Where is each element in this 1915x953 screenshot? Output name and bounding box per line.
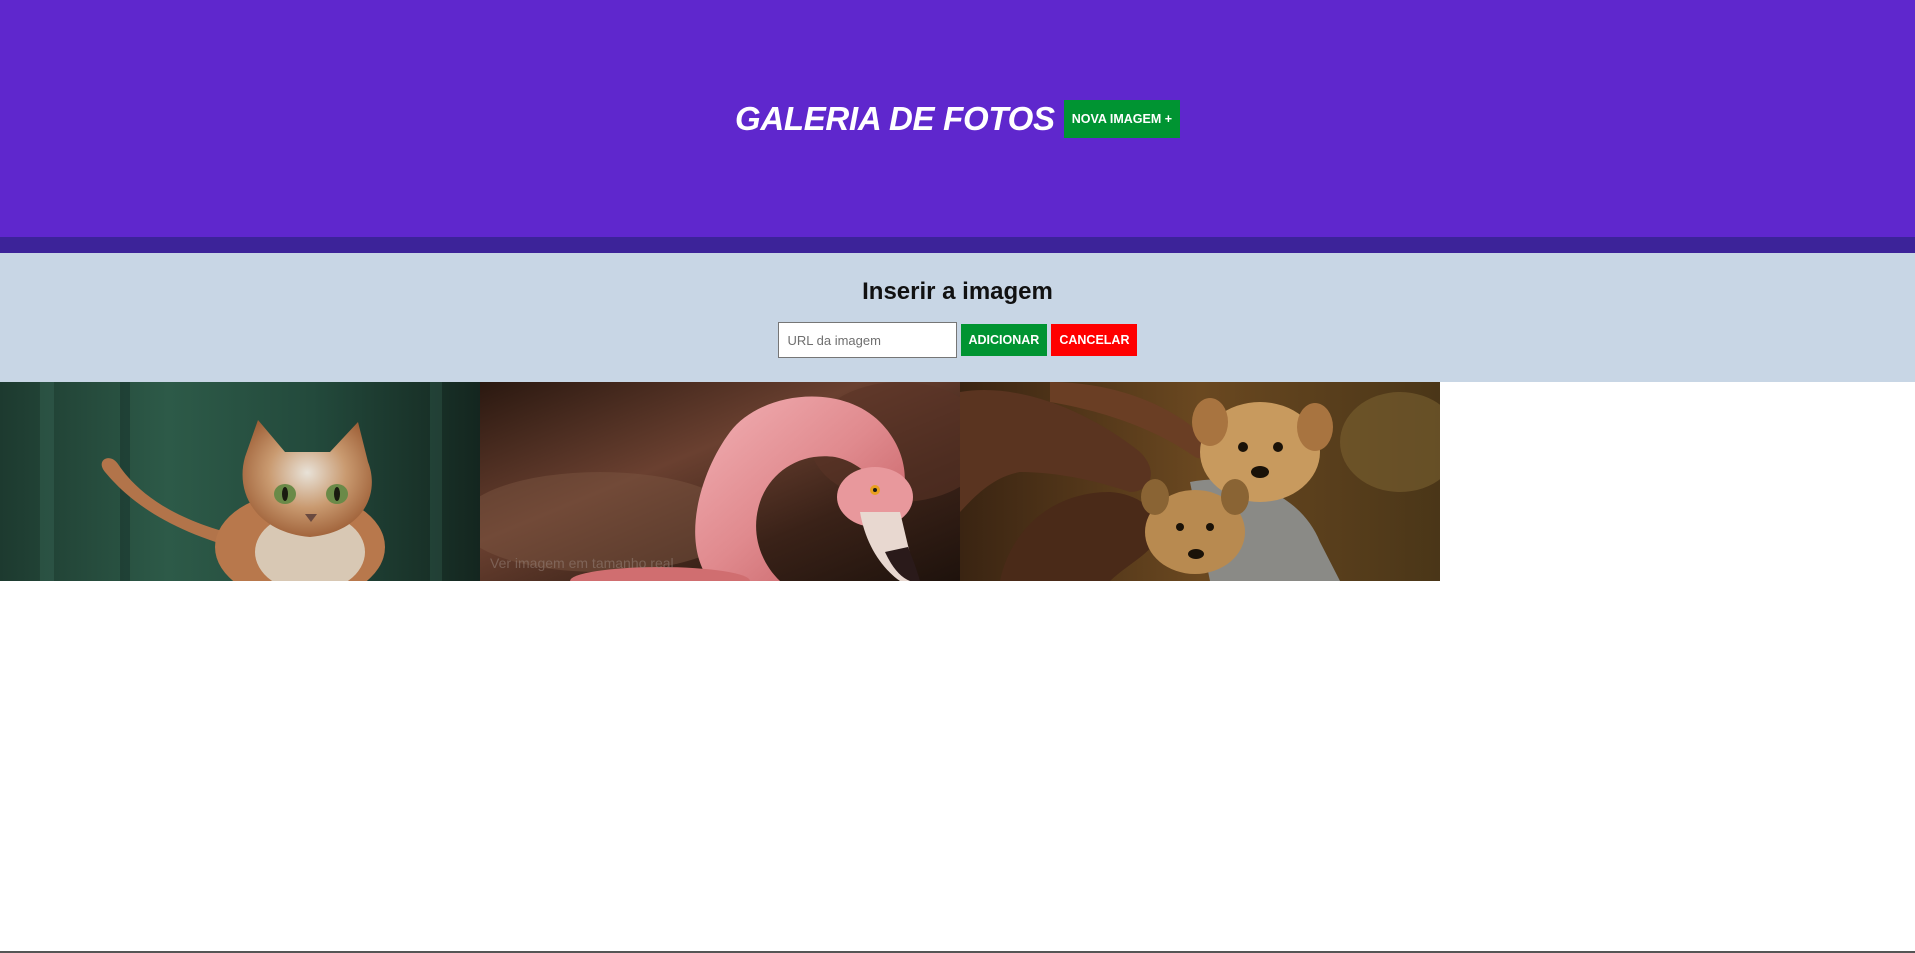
insert-image-panel: Inserir a imagem ADICIONAR CANCELAR xyxy=(0,253,1915,382)
view-full-size-link[interactable]: Ver imagem em tamanho real xyxy=(490,555,674,571)
new-image-button[interactable]: NOVA IMAGEM + xyxy=(1063,99,1181,138)
flamingo-image xyxy=(480,382,960,581)
insert-image-form: ADICIONAR CANCELAR xyxy=(0,322,1915,358)
photo-gallery: Ver imagem em tamanho real xyxy=(0,382,1440,581)
insert-panel-title: Inserir a imagem xyxy=(862,278,1053,305)
add-button[interactable]: ADICIONAR xyxy=(960,324,1048,356)
header-bottom-bar xyxy=(0,237,1915,253)
gallery-item-puppies[interactable] xyxy=(960,382,1440,581)
header-content: GALERIA DE FOTOS NOVA IMAGEM + xyxy=(734,99,1181,138)
puppies-image xyxy=(960,382,1440,581)
page-header: GALERIA DE FOTOS NOVA IMAGEM + xyxy=(0,0,1915,237)
cancel-button[interactable]: CANCELAR xyxy=(1051,324,1138,356)
image-url-input[interactable] xyxy=(777,322,957,358)
gallery-item-cat[interactable] xyxy=(0,382,480,581)
page-title: GALERIA DE FOTOS xyxy=(734,99,1055,137)
gallery-item-flamingo[interactable]: Ver imagem em tamanho real xyxy=(480,382,960,581)
cat-image xyxy=(0,382,480,581)
